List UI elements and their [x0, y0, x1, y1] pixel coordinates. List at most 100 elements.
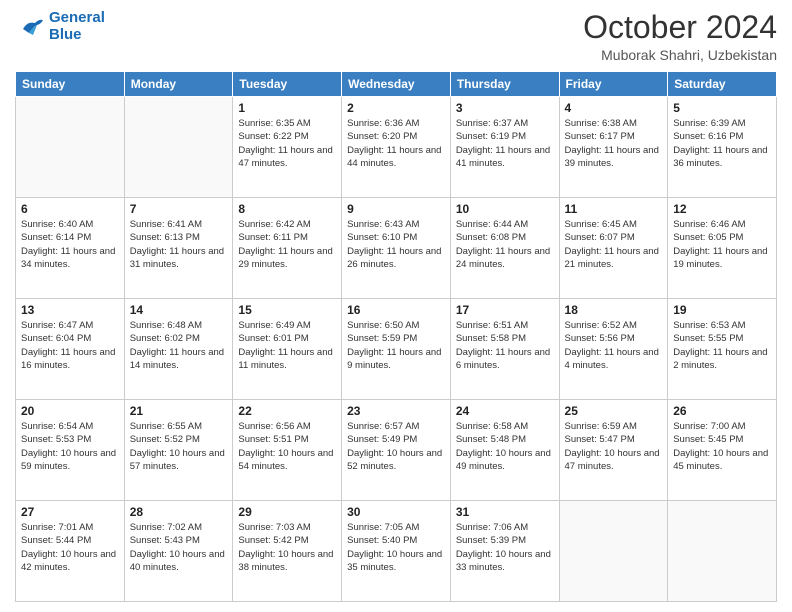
day-info: Sunrise: 6:56 AM Sunset: 5:51 PM Dayligh…	[238, 420, 336, 473]
day-number: 5	[673, 101, 771, 115]
calendar-day-cell: 7 Sunrise: 6:41 AM Sunset: 6:13 PM Daylig…	[124, 198, 233, 299]
calendar-day-header: Thursday	[450, 72, 559, 97]
day-number: 28	[130, 505, 228, 519]
day-info: Sunrise: 6:44 AM Sunset: 6:08 PM Dayligh…	[456, 218, 554, 271]
day-info: Sunrise: 6:55 AM Sunset: 5:52 PM Dayligh…	[130, 420, 228, 473]
day-info: Sunrise: 6:59 AM Sunset: 5:47 PM Dayligh…	[565, 420, 663, 473]
day-number: 13	[21, 303, 119, 317]
calendar-day-cell: 17 Sunrise: 6:51 AM Sunset: 5:58 PM Dayli…	[450, 299, 559, 400]
calendar-day-cell: 26Sunrise: 7:00 AM Sunset: 5:45 PM Dayli…	[668, 400, 777, 501]
day-info: Sunrise: 7:06 AM Sunset: 5:39 PM Dayligh…	[456, 521, 554, 574]
calendar-day-cell: 31 Sunrise: 7:06 AM Sunset: 5:39 PM Dayli…	[450, 501, 559, 602]
day-info: Sunrise: 6:42 AM Sunset: 6:11 PM Dayligh…	[238, 218, 336, 271]
calendar-week-row: 20 Sunrise: 6:54 AM Sunset: 5:53 PM Dayli…	[16, 400, 777, 501]
calendar-day-cell: 27 Sunrise: 7:01 AM Sunset: 5:44 PM Dayli…	[16, 501, 125, 602]
calendar-day-cell: 1Sunrise: 6:35 AM Sunset: 6:22 PM Daylig…	[233, 97, 342, 198]
title-section: October 2024 Muborak Shahri, Uzbekistan	[583, 10, 777, 63]
calendar-day-header: Friday	[559, 72, 668, 97]
calendar-week-row: 1Sunrise: 6:35 AM Sunset: 6:22 PM Daylig…	[16, 97, 777, 198]
day-info: Sunrise: 6:38 AM Sunset: 6:17 PM Dayligh…	[565, 117, 663, 170]
calendar-day-cell	[124, 97, 233, 198]
calendar-day-header: Wednesday	[342, 72, 451, 97]
logo-line2: Blue	[49, 26, 82, 43]
calendar-day-cell: 28Sunrise: 7:02 AM Sunset: 5:43 PM Dayli…	[124, 501, 233, 602]
calendar-day-cell	[559, 501, 668, 602]
day-info: Sunrise: 6:43 AM Sunset: 6:10 PM Dayligh…	[347, 218, 445, 271]
calendar-day-cell: 20 Sunrise: 6:54 AM Sunset: 5:53 PM Dayli…	[16, 400, 125, 501]
calendar-day-cell: 14 Sunrise: 6:48 AM Sunset: 6:02 PM Dayli…	[124, 299, 233, 400]
day-number: 20	[21, 404, 119, 418]
day-info: Sunrise: 6:54 AM Sunset: 5:53 PM Dayligh…	[21, 420, 119, 473]
day-info: Sunrise: 6:53 AM Sunset: 5:55 PM Dayligh…	[673, 319, 771, 372]
day-info: Sunrise: 6:52 AM Sunset: 5:56 PM Dayligh…	[565, 319, 663, 372]
day-number: 7	[130, 202, 228, 216]
day-number: 19	[673, 303, 771, 317]
calendar-day-cell: 15Sunrise: 6:49 AM Sunset: 6:01 PM Dayli…	[233, 299, 342, 400]
day-info: Sunrise: 6:36 AM Sunset: 6:20 PM Dayligh…	[347, 117, 445, 170]
header: General Blue October 2024 Muborak Shahri…	[15, 10, 777, 63]
calendar: SundayMondayTuesdayWednesdayThursdayFrid…	[15, 71, 777, 602]
day-number: 23	[347, 404, 445, 418]
calendar-day-cell	[668, 501, 777, 602]
calendar-day-cell: 24 Sunrise: 6:58 AM Sunset: 5:48 PM Dayli…	[450, 400, 559, 501]
day-number: 9	[347, 202, 445, 216]
day-info: Sunrise: 6:45 AM Sunset: 6:07 PM Dayligh…	[565, 218, 663, 271]
logo-text: General Blue	[49, 10, 105, 43]
location: Muborak Shahri, Uzbekistan	[583, 47, 777, 63]
calendar-week-row: 27 Sunrise: 7:01 AM Sunset: 5:44 PM Dayli…	[16, 501, 777, 602]
calendar-week-row: 6Sunrise: 6:40 AM Sunset: 6:14 PM Daylig…	[16, 198, 777, 299]
day-number: 26	[673, 404, 771, 418]
calendar-day-cell: 22 Sunrise: 6:56 AM Sunset: 5:51 PM Dayli…	[233, 400, 342, 501]
day-info: Sunrise: 6:51 AM Sunset: 5:58 PM Dayligh…	[456, 319, 554, 372]
calendar-header-row: SundayMondayTuesdayWednesdayThursdayFrid…	[16, 72, 777, 97]
calendar-day-cell: 11Sunrise: 6:45 AM Sunset: 6:07 PM Dayli…	[559, 198, 668, 299]
day-info: Sunrise: 6:48 AM Sunset: 6:02 PM Dayligh…	[130, 319, 228, 372]
calendar-day-cell: 13 Sunrise: 6:47 AM Sunset: 6:04 PM Dayli…	[16, 299, 125, 400]
day-number: 16	[347, 303, 445, 317]
day-info: Sunrise: 7:01 AM Sunset: 5:44 PM Dayligh…	[21, 521, 119, 574]
day-number: 10	[456, 202, 554, 216]
day-number: 22	[238, 404, 336, 418]
day-info: Sunrise: 6:50 AM Sunset: 5:59 PM Dayligh…	[347, 319, 445, 372]
day-info: Sunrise: 6:37 AM Sunset: 6:19 PM Dayligh…	[456, 117, 554, 170]
calendar-day-cell: 3 Sunrise: 6:37 AM Sunset: 6:19 PM Daylig…	[450, 97, 559, 198]
day-info: Sunrise: 6:46 AM Sunset: 6:05 PM Dayligh…	[673, 218, 771, 271]
day-number: 29	[238, 505, 336, 519]
calendar-day-cell: 2 Sunrise: 6:36 AM Sunset: 6:20 PM Daylig…	[342, 97, 451, 198]
day-number: 8	[238, 202, 336, 216]
calendar-day-header: Sunday	[16, 72, 125, 97]
day-number: 21	[130, 404, 228, 418]
calendar-day-cell: 21 Sunrise: 6:55 AM Sunset: 5:52 PM Dayli…	[124, 400, 233, 501]
day-number: 31	[456, 505, 554, 519]
logo-line1: General	[49, 9, 105, 26]
day-number: 27	[21, 505, 119, 519]
calendar-day-cell: 8 Sunrise: 6:42 AM Sunset: 6:11 PM Daylig…	[233, 198, 342, 299]
calendar-day-cell: 12 Sunrise: 6:46 AM Sunset: 6:05 PM Dayli…	[668, 198, 777, 299]
calendar-day-cell: 5Sunrise: 6:39 AM Sunset: 6:16 PM Daylig…	[668, 97, 777, 198]
day-number: 3	[456, 101, 554, 115]
day-info: Sunrise: 6:49 AM Sunset: 6:01 PM Dayligh…	[238, 319, 336, 372]
day-number: 17	[456, 303, 554, 317]
day-number: 14	[130, 303, 228, 317]
day-info: Sunrise: 7:05 AM Sunset: 5:40 PM Dayligh…	[347, 521, 445, 574]
calendar-day-cell	[16, 97, 125, 198]
day-info: Sunrise: 6:40 AM Sunset: 6:14 PM Dayligh…	[21, 218, 119, 271]
day-info: Sunrise: 6:41 AM Sunset: 6:13 PM Dayligh…	[130, 218, 228, 271]
calendar-day-cell: 18 Sunrise: 6:52 AM Sunset: 5:56 PM Dayli…	[559, 299, 668, 400]
day-number: 2	[347, 101, 445, 115]
day-number: 12	[673, 202, 771, 216]
day-number: 24	[456, 404, 554, 418]
calendar-day-cell: 23Sunrise: 6:57 AM Sunset: 5:49 PM Dayli…	[342, 400, 451, 501]
calendar-day-cell: 10 Sunrise: 6:44 AM Sunset: 6:08 PM Dayli…	[450, 198, 559, 299]
day-info: Sunrise: 6:47 AM Sunset: 6:04 PM Dayligh…	[21, 319, 119, 372]
day-info: Sunrise: 6:58 AM Sunset: 5:48 PM Dayligh…	[456, 420, 554, 473]
calendar-day-header: Monday	[124, 72, 233, 97]
day-number: 25	[565, 404, 663, 418]
calendar-day-cell: 4Sunrise: 6:38 AM Sunset: 6:17 PM Daylig…	[559, 97, 668, 198]
day-info: Sunrise: 7:03 AM Sunset: 5:42 PM Dayligh…	[238, 521, 336, 574]
day-number: 18	[565, 303, 663, 317]
calendar-day-cell: 25 Sunrise: 6:59 AM Sunset: 5:47 PM Dayli…	[559, 400, 668, 501]
calendar-day-header: Tuesday	[233, 72, 342, 97]
logo: General Blue	[15, 10, 105, 43]
logo-icon	[15, 15, 45, 39]
